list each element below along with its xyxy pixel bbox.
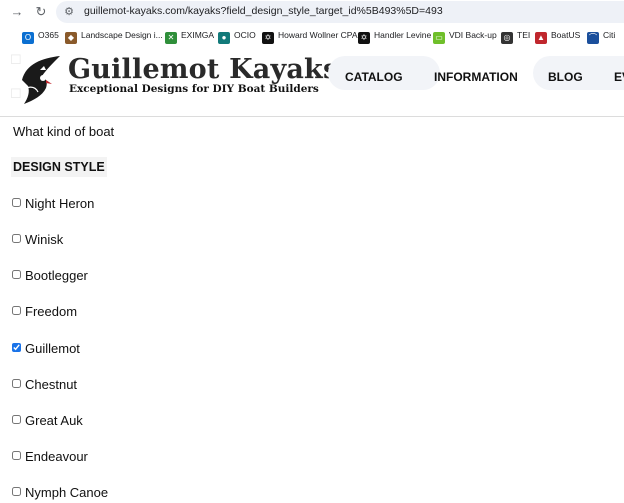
checkbox[interactable] [12,487,21,496]
bookmark-boatus[interactable]: ▲ BoatUS [535,28,580,44]
checkbox[interactable] [12,306,21,315]
filter-question: What kind of boat [13,124,115,139]
option-nymph-canoe[interactable]: Nymph Canoe [12,485,108,503]
nav-blog[interactable]: BLOG [548,70,583,84]
option-guillemot[interactable]: Guillemot [12,341,80,359]
checkbox[interactable] [12,343,21,352]
bookmark-ocio[interactable]: ● OCIO [218,28,256,44]
option-night-heron[interactable]: Night Heron [12,196,94,214]
guillemot-bird-logo-icon[interactable] [16,54,64,106]
citi-icon: ⌒ [587,32,599,44]
bookmark-eximga[interactable]: ✕ EXIMGA [165,28,214,44]
bookmark-landscape-design[interactable]: ◆ Landscape Design i... [65,28,163,44]
bookmark-o365[interactable]: O O365 [22,28,59,44]
bookmark-vdi-backup[interactable]: ▭ VDI Back-up [433,28,497,44]
nav-information[interactable]: INFORMATION [434,70,518,84]
checkbox[interactable] [12,234,21,243]
option-winisk[interactable]: Winisk [12,232,63,250]
site-subtitle: Exceptional Designs for DIY Boat Builder… [69,83,319,95]
bookmarks-bar: O O365 ◆ Landscape Design i... ✕ EXIMGA ● OC… [0,24,624,47]
option-chestnut[interactable]: Chestnut [12,377,77,395]
star-of-david-icon: ✡ [358,32,370,44]
url-text[interactable]: guillemot-kayaks.com/kayaks?field_design… [84,5,443,17]
nav-catalog[interactable]: CATALOG [345,70,403,84]
globe-icon: ◎ [501,32,513,44]
forward-arrow-icon[interactable]: → [8,3,26,21]
bookmark-howard-wollner[interactable]: ✡ Howard Wollner CPA [262,28,358,44]
star-of-david-icon: ✡ [262,32,274,44]
reload-icon[interactable]: ↻ [32,3,50,21]
site-info-icon[interactable]: ⚙ [62,5,76,19]
outlook-icon: O [22,32,34,44]
bookmark-tei[interactable]: ◎ TEI [501,28,530,44]
checkbox[interactable] [12,198,21,207]
ocio-icon: ● [218,32,230,44]
checkbox[interactable] [12,270,21,279]
option-freedom[interactable]: Freedom [12,304,77,322]
bookmark-handler-levine[interactable]: ✡ Handler Levine [358,28,431,44]
design-style-heading: DESIGN STYLE [11,157,107,177]
option-bootlegger[interactable]: Bootlegger [12,268,88,286]
bookmark-citi[interactable]: ⌒ Citi [587,28,615,44]
browser-toolbar: → ↻ ⚙ guillemot-kayaks.com/kayaks?field_… [0,0,624,24]
checkbox[interactable] [12,451,21,460]
checkbox[interactable] [12,415,21,424]
nav-events[interactable]: EV [614,70,624,84]
monitor-icon: ▭ [433,32,445,44]
site-header: ☐ ☐ Guillemot Kayaks Exceptional Designs… [0,46,624,117]
boatus-icon: ▲ [535,32,547,44]
eximga-icon: ✕ [165,32,177,44]
landscape-icon: ◆ [65,32,77,44]
checkbox[interactable] [12,379,21,388]
option-great-auk[interactable]: Great Auk [12,413,83,431]
site-title[interactable]: Guillemot Kayaks [68,54,338,85]
address-bar[interactable]: ⚙ guillemot-kayaks.com/kayaks?field_desi… [56,1,624,23]
option-endeavour[interactable]: Endeavour [12,449,88,467]
